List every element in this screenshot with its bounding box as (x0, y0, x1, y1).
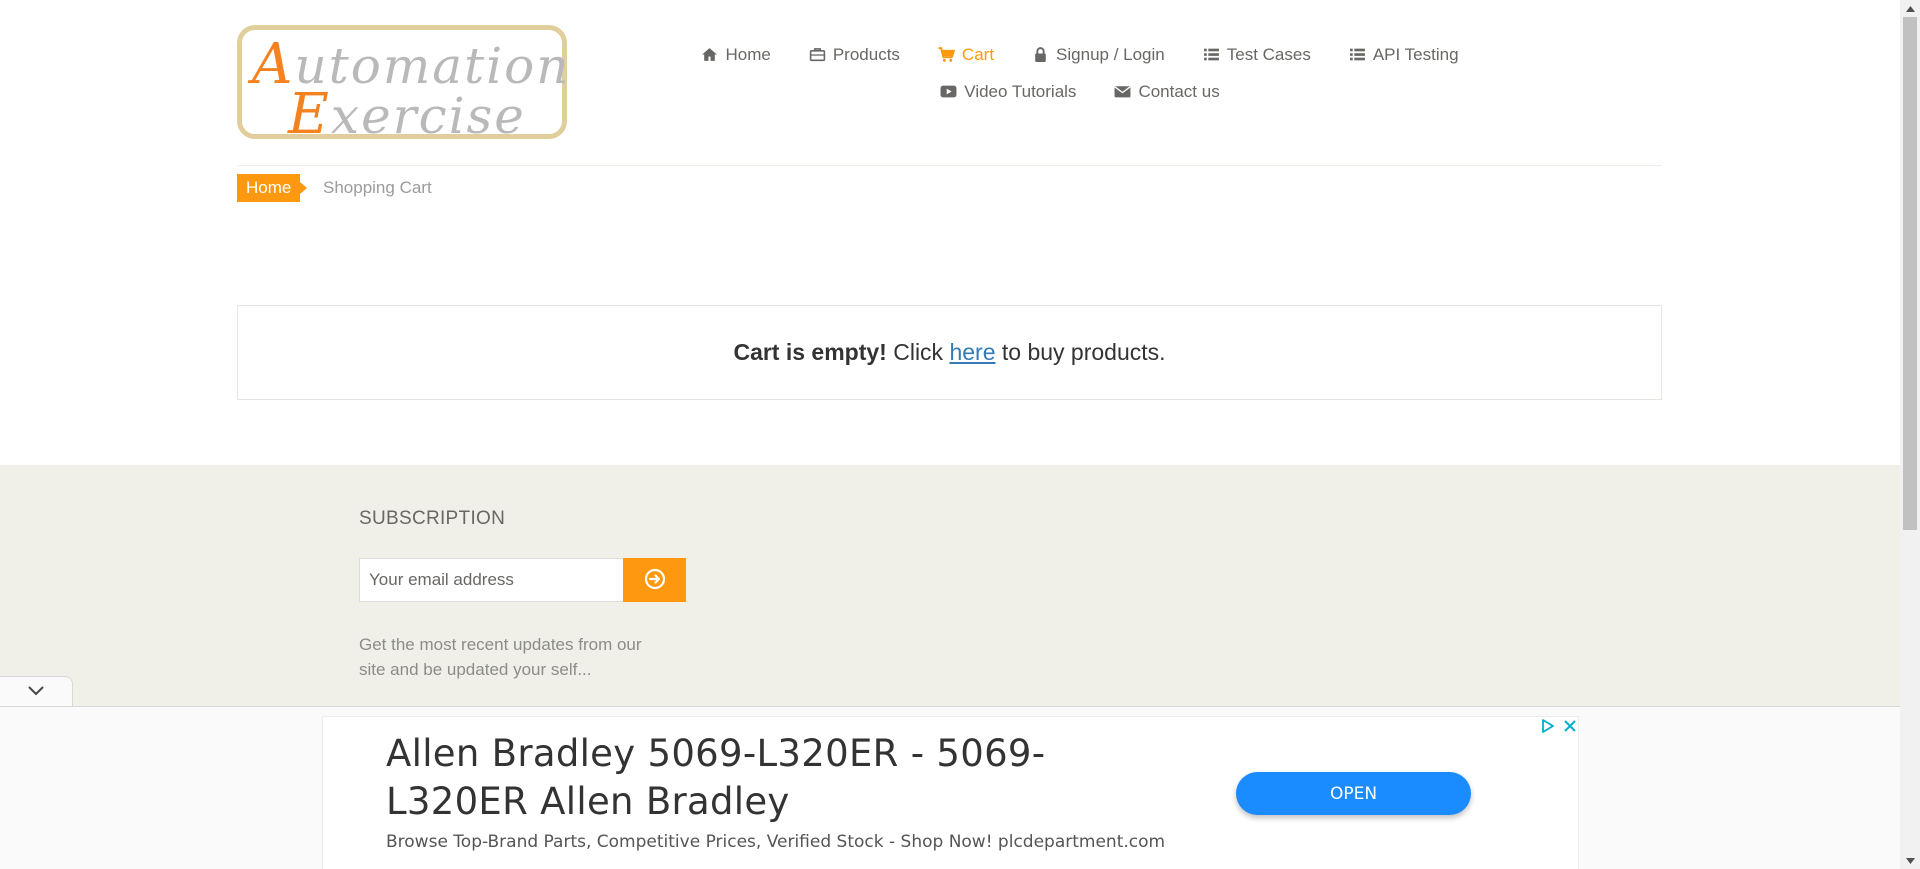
subscription-description: Get the most recent updates from our sit… (359, 635, 642, 679)
nav-label: Products (832, 44, 900, 64)
ad-open-button[interactable]: OPEN (1236, 772, 1471, 815)
breadcrumb-current: Shopping Cart (323, 178, 432, 197)
logo-line-2: Exercise (288, 82, 526, 147)
nav-item-products[interactable]: Products (809, 45, 900, 65)
nav-label: API Testing (1372, 44, 1459, 64)
nav-label: Cart (961, 44, 995, 64)
main-nav: Home Products Cart Signup / Login Test C… (700, 36, 1460, 110)
empty-cart-message: Cart is empty! Click here to buy product… (237, 305, 1662, 400)
home-icon (701, 46, 718, 63)
site-logo[interactable]: Automation Exercise (237, 25, 568, 147)
nav-item-test-cases[interactable]: Test Cases (1203, 45, 1311, 65)
scroll-down-arrow-icon[interactable] (1900, 852, 1920, 869)
nav-item-home[interactable]: Home (701, 44, 771, 65)
subscription-email-input[interactable] (359, 558, 624, 602)
nav-row-2: Video Tutorials Contact us (700, 73, 1460, 110)
advertisement[interactable]: Allen Bradley 5069-L320ER - 5069-L320ER … (322, 716, 1579, 869)
nav-row-1: Home Products Cart Signup / Login Test C… (700, 36, 1460, 73)
vertical-scrollbar[interactable] (1900, 0, 1920, 869)
page: Automation Exercise Home Products Cart S… (0, 0, 1900, 869)
nav-item-contact-us[interactable]: Contact us (1114, 81, 1220, 102)
chevron-down-icon (26, 684, 46, 702)
lock-icon (1032, 46, 1049, 63)
nav-item-video-tutorials[interactable]: Video Tutorials (940, 82, 1076, 102)
nav-item-signup-login[interactable]: Signup / Login (1032, 45, 1165, 65)
ad-title[interactable]: Allen Bradley 5069-L320ER - 5069-L320ER … (386, 730, 1186, 826)
scroll-up-arrow-icon[interactable] (1900, 0, 1920, 17)
nav-item-cart[interactable]: Cart (938, 45, 994, 65)
buy-products-link[interactable]: here (949, 339, 995, 365)
empty-cart-rest-text: to buy products. (995, 339, 1166, 365)
briefcase-icon (809, 46, 826, 63)
ad-collapse-toggle[interactable] (0, 676, 73, 708)
nav-label: Test Cases (1226, 44, 1311, 64)
youtube-icon (940, 83, 957, 100)
adchoices-icon[interactable] (1540, 718, 1556, 734)
nav-label: Contact us (1138, 81, 1220, 101)
list-icon (1349, 46, 1366, 63)
nav-item-api-testing[interactable]: API Testing (1349, 45, 1459, 65)
cart-icon (938, 46, 955, 63)
arrow-circle-right-icon (643, 567, 667, 594)
subscribe-button[interactable] (623, 558, 686, 602)
breadcrumb-home[interactable]: Home (237, 174, 308, 202)
empty-cart-heading: Cart is empty! (733, 339, 887, 365)
nav-label: Signup / Login (1056, 44, 1165, 64)
envelope-icon (1114, 83, 1132, 100)
ad-close-icon[interactable] (1562, 718, 1578, 734)
subscription-title: SUBSCRIPTION (359, 508, 506, 529)
header-divider (237, 165, 1662, 166)
nav-label: Home (725, 44, 771, 64)
scrollbar-thumb[interactable] (1903, 17, 1917, 530)
ad-description[interactable]: Browse Top-Brand Parts, Competitive Pric… (386, 832, 1165, 852)
nav-label: Video Tutorials (964, 81, 1077, 101)
list-icon (1203, 46, 1220, 63)
empty-cart-click-text: Click (886, 339, 950, 365)
